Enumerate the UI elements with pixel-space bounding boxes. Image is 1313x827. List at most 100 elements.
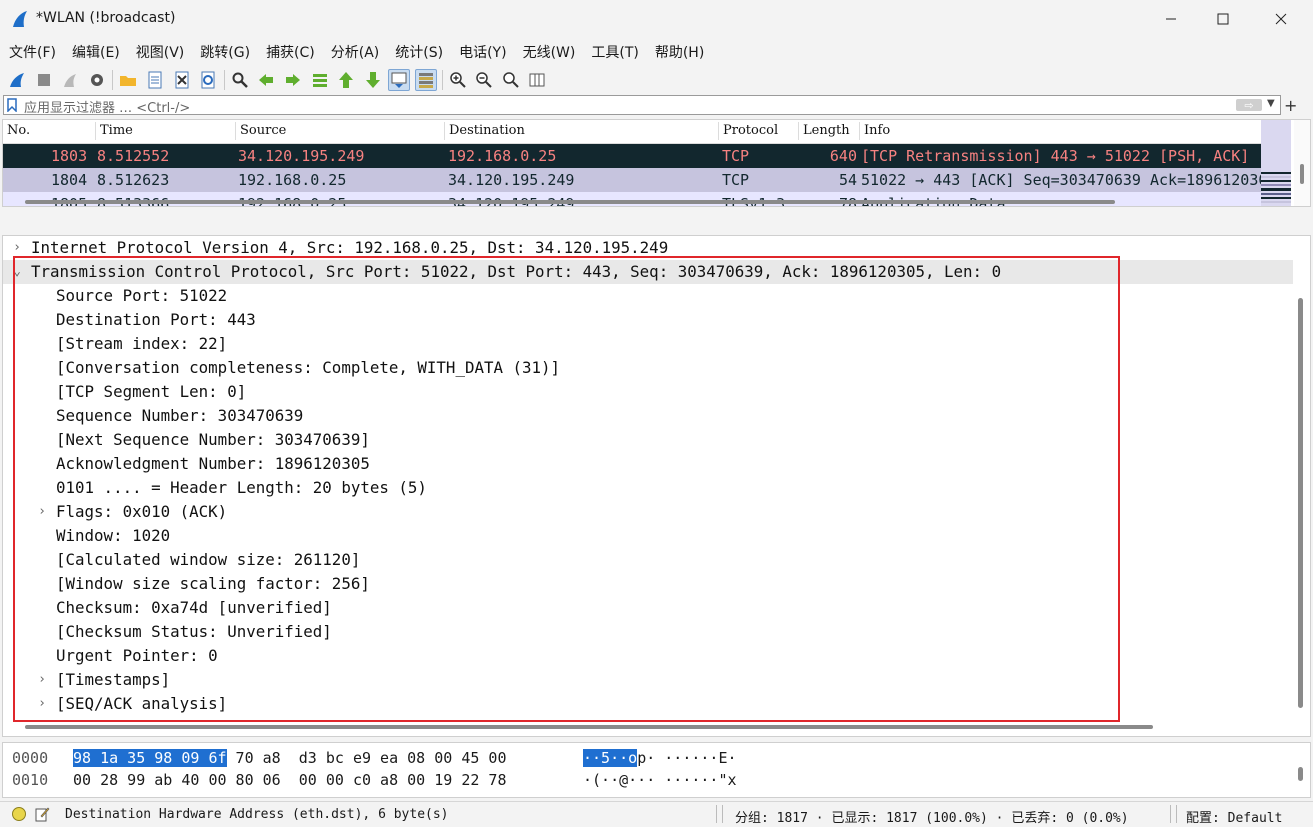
menu-item[interactable]: 分析(A)	[331, 42, 380, 62]
zoom-out-button[interactable]	[473, 69, 495, 91]
details-hscroll-thumb[interactable]	[25, 725, 1153, 729]
detail-tree-item[interactable]: › Flags: 0x010 (ACK)	[3, 500, 1293, 524]
zoom-in-button[interactable]	[447, 69, 469, 91]
status-separator	[1170, 805, 1171, 823]
menu-item[interactable]: 捕获(C)	[266, 42, 315, 62]
detail-tree-item[interactable]: [Next Sequence Number: 303470639]	[3, 428, 1293, 452]
normal-size-button[interactable]	[500, 69, 522, 91]
detail-tree-item[interactable]: [Checksum Status: Unverified]	[3, 620, 1293, 644]
packet-row[interactable]: 1804 8.512623 192.168.0.25 34.120.195.24…	[3, 168, 1261, 192]
add-filter-button[interactable]: +	[1284, 96, 1297, 115]
menu-item[interactable]: 跳转(G)	[200, 42, 250, 62]
last-packet-button[interactable]	[362, 69, 384, 91]
detail-tree-label: [SEQ/ACK analysis]	[56, 694, 228, 713]
column-header-no[interactable]: No.	[3, 122, 30, 140]
detail-tree-item[interactable]: Checksum: 0xa74d [unverified]	[3, 596, 1293, 620]
start-capture-button[interactable]	[6, 69, 28, 91]
edit-comment-icon[interactable]	[34, 806, 50, 822]
column-header-source[interactable]: Source	[235, 122, 286, 140]
chevron-right-icon[interactable]: ›	[36, 692, 48, 716]
go-to-packet-button[interactable]	[309, 69, 331, 91]
gear-icon	[90, 74, 103, 86]
detail-tree-item[interactable]: ⌄ Transmission Control Protocol, Src Port…	[3, 260, 1293, 284]
detail-tree-item[interactable]: Urgent Pointer: 0	[3, 644, 1293, 668]
save-file-button[interactable]	[144, 69, 166, 91]
column-header-time[interactable]: Time	[95, 122, 133, 140]
column-header-length[interactable]: Length	[798, 122, 850, 140]
chevron-right-icon[interactable]: ›	[11, 236, 23, 260]
menu-item[interactable]: 统计(S)	[395, 42, 443, 62]
capture-options-button[interactable]	[86, 69, 108, 91]
details-scrollbar-thumb[interactable]	[1298, 298, 1303, 708]
resize-columns-button[interactable]	[526, 69, 548, 91]
resize-columns-icon	[529, 73, 545, 87]
menu-item[interactable]: 编辑(E)	[72, 42, 120, 62]
packet-time: 8.512552	[97, 147, 170, 165]
expert-info-icon[interactable]	[12, 807, 26, 821]
detail-tree-item[interactable]: Acknowledgment Number: 1896120305	[3, 452, 1293, 476]
maximize-button[interactable]	[1197, 0, 1249, 38]
bytes-row[interactable]: 0010 00 28 99 ab 40 00 80 06 00 00 c0 a8…	[3, 768, 1293, 792]
apply-filter-button[interactable]: ⇨	[1236, 99, 1262, 112]
reload-file-button[interactable]	[197, 69, 219, 91]
detail-tree-label: Transmission Control Protocol, Src Port:…	[31, 262, 1002, 281]
detail-tree-item[interactable]: Sequence Number: 303470639	[3, 404, 1293, 428]
column-header-protocol[interactable]: Protocol	[718, 122, 778, 140]
bytes-row[interactable]: 0000 98 1a 35 98 09 6f 70 a8 d3 bc e9 ea…	[3, 746, 1293, 770]
chevron-down-icon[interactable]: ▼	[1267, 98, 1275, 109]
detail-tree-item[interactable]: [TCP Segment Len: 0]	[3, 380, 1293, 404]
detail-tree-item[interactable]: [Window size scaling factor: 256]	[3, 572, 1293, 596]
find-packet-button[interactable]	[229, 69, 251, 91]
detail-tree-label: Checksum: 0xa74d [unverified]	[56, 598, 332, 617]
go-back-button[interactable]	[255, 69, 277, 91]
profile-selector[interactable]: 配置: Default	[1186, 807, 1282, 826]
first-packet-button[interactable]	[335, 69, 357, 91]
chevron-down-icon[interactable]: ⌄	[11, 260, 23, 284]
detail-tree-label: Flags: 0x010 (ACK)	[56, 502, 228, 521]
detail-tree-item[interactable]: [Conversation completeness: Complete, WI…	[3, 356, 1293, 380]
chevron-right-icon[interactable]: ›	[36, 668, 48, 692]
packet-destination: 34.120.195.249	[448, 171, 575, 189]
detail-tree-label: [Timestamps]	[56, 670, 171, 689]
packet-list-hscroll-thumb[interactable]	[25, 200, 1115, 204]
menu-item[interactable]: 帮助(H)	[655, 42, 704, 62]
restart-capture-button[interactable]	[59, 69, 81, 91]
menu-item[interactable]: 工具(T)	[591, 42, 638, 62]
chevron-right-icon[interactable]: ›	[36, 500, 48, 524]
packet-info: 51022 → 443 [ACK] Seq=303470639 Ack=1896…	[861, 171, 1261, 189]
packet-row[interactable]: 1803 8.512552 34.120.195.249 192.168.0.2…	[3, 144, 1261, 168]
detail-tree-item[interactable]: 0101 .... = Header Length: 20 bytes (5)	[3, 476, 1293, 500]
colorize-button[interactable]	[414, 69, 437, 91]
close-button[interactable]	[1255, 0, 1307, 38]
arrow-up-icon	[339, 72, 354, 88]
detail-tree-item[interactable]: Destination Port: 443	[3, 308, 1293, 332]
minimize-button[interactable]	[1145, 0, 1197, 38]
zoom-out-icon	[476, 72, 492, 88]
scrollbar-thumb[interactable]	[1300, 164, 1304, 184]
display-filter-input[interactable]: 应用显示过滤器 … <Ctrl-/>	[24, 97, 190, 116]
close-file-button[interactable]	[171, 69, 193, 91]
menu-item[interactable]: 无线(W)	[523, 42, 576, 62]
status-separator	[722, 805, 723, 823]
menu-item[interactable]: 文件(F)	[9, 42, 56, 62]
packet-minimap[interactable]	[1261, 120, 1291, 206]
detail-tree-item[interactable]: › [Timestamps]	[3, 668, 1293, 692]
column-header-info[interactable]: Info	[859, 122, 890, 140]
detail-tree-item[interactable]: [Calculated window size: 261120]	[3, 548, 1293, 572]
menu-item[interactable]: 视图(V)	[136, 42, 185, 62]
detail-tree-item[interactable]: › Internet Protocol Version 4, Src: 192.1…	[3, 236, 1293, 260]
bytes-scrollbar-thumb[interactable]	[1298, 767, 1303, 781]
column-header-destination[interactable]: Destination	[444, 122, 525, 140]
packet-list-scrollbar[interactable]	[1294, 120, 1310, 206]
auto-scroll-button[interactable]	[388, 69, 411, 91]
go-forward-button[interactable]	[282, 69, 304, 91]
menu-item[interactable]: 电话(Y)	[459, 42, 506, 62]
detail-tree-item[interactable]: › [SEQ/ACK analysis]	[3, 692, 1293, 716]
detail-tree-item[interactable]: Window: 1020	[3, 524, 1293, 548]
open-file-button[interactable]	[117, 69, 139, 91]
bookmark-icon[interactable]	[7, 98, 17, 112]
detail-tree-item[interactable]: [Stream index: 22]	[3, 332, 1293, 356]
stop-capture-button[interactable]	[33, 69, 55, 91]
detail-tree-item[interactable]: Source Port: 51022	[3, 284, 1293, 308]
detail-tree-label: [Next Sequence Number: 303470639]	[56, 430, 370, 449]
